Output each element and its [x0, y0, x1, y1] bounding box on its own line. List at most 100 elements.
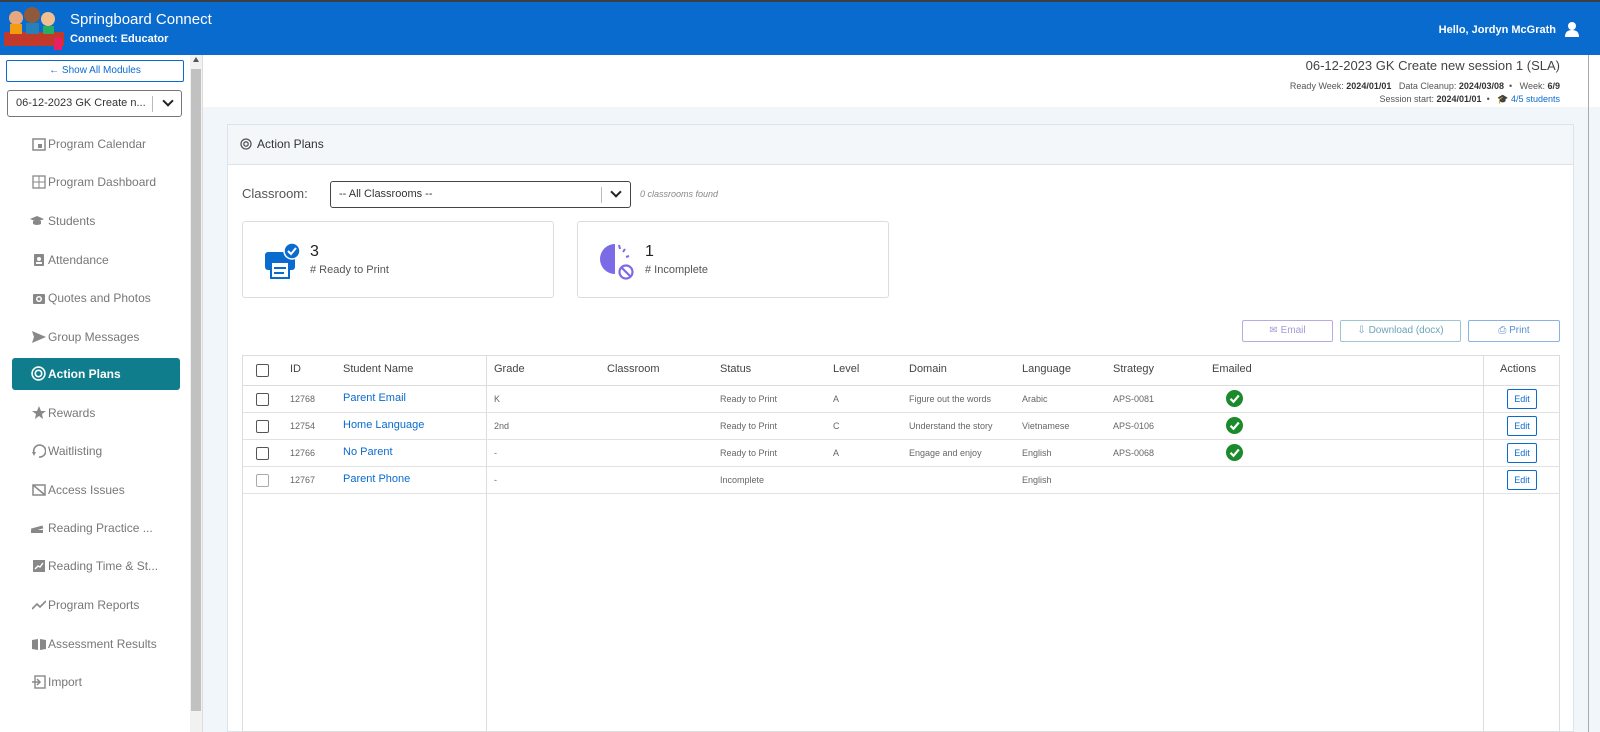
sidebar-scrollbar[interactable]	[190, 55, 202, 732]
action-plans-table: ID Student Name Grade Classroom Status L…	[242, 355, 1560, 732]
cell-status: Incomplete	[720, 475, 765, 485]
graduation-cap-icon	[30, 216, 44, 225]
cell-grade: K	[494, 394, 501, 404]
edit-button[interactable]: Edit	[1507, 443, 1537, 463]
student-name-link[interactable]: Parent Phone	[343, 473, 410, 485]
session-select[interactable]: 06-12-2023 GK Create n...	[7, 90, 182, 117]
sidebar-item-group-messages[interactable]: Group Messages	[12, 321, 180, 353]
download-icon: ⇩	[1357, 325, 1366, 336]
students-count-link[interactable]: 4/5 students	[1511, 94, 1560, 104]
sidebar-item-quotes-photos[interactable]: Quotes and Photos	[12, 282, 180, 314]
cell-status: Ready to Print	[720, 394, 778, 404]
cell-language: English	[1022, 448, 1052, 458]
show-all-modules-button[interactable]: ← Show All Modules	[6, 60, 184, 82]
select-separator	[601, 187, 602, 203]
cell-strategy: APS-0081	[1113, 394, 1155, 404]
select-all-checkbox[interactable]	[256, 364, 269, 377]
book-open-icon	[32, 639, 46, 650]
ready-to-print-count: 3	[310, 243, 319, 260]
edit-button[interactable]: Edit	[1507, 389, 1537, 409]
cell-grade: -	[494, 448, 497, 458]
row-checkbox[interactable]	[256, 474, 269, 487]
col-header-language[interactable]: Language	[1022, 363, 1071, 375]
user-icon[interactable]	[1564, 21, 1580, 37]
table-row: 12766 No Parent - Ready to Print A Engag…	[243, 440, 1559, 467]
edit-button[interactable]: Edit	[1507, 416, 1537, 436]
incomplete-count: 1	[645, 243, 654, 260]
sidebar-item-assessment-results[interactable]: Assessment Results	[12, 628, 180, 660]
col-header-id[interactable]: ID	[290, 363, 301, 375]
sidebar-item-rewards[interactable]: Rewards	[12, 397, 180, 429]
col-header-actions: Actions	[1500, 363, 1537, 375]
sidebar-item-program-reports[interactable]: Program Reports	[12, 589, 180, 621]
scrollbar-thumb[interactable]	[191, 69, 201, 711]
sidebar-item-action-plans[interactable]: Action Plans	[12, 358, 180, 390]
row-checkbox[interactable]	[256, 420, 269, 433]
access-icon	[32, 484, 46, 496]
col-header-grade[interactable]: Grade	[494, 363, 525, 375]
rewards-icon	[32, 406, 46, 419]
table-row: 12754 Home Language 2nd Ready to Print C…	[243, 413, 1559, 440]
col-header-status[interactable]: Status	[720, 363, 751, 375]
send-icon	[32, 331, 46, 343]
window-edge	[1588, 55, 1589, 732]
sidebar-item-import[interactable]: Import	[12, 666, 180, 698]
springboard-logo	[4, 7, 64, 50]
books-icon	[30, 525, 44, 533]
arrow-left-icon: ←	[49, 65, 60, 76]
row-checkbox[interactable]	[256, 447, 269, 460]
col-header-classroom[interactable]: Classroom	[607, 363, 660, 375]
sidebar-item-access-issues[interactable]: Access Issues	[12, 474, 180, 506]
app-title: Springboard Connect	[70, 11, 212, 28]
row-checkbox[interactable]	[256, 393, 269, 406]
table-row: 12767 Parent Phone - Incomplete English …	[243, 467, 1559, 494]
scroll-up-arrow-icon[interactable]	[193, 57, 199, 62]
sidebar-item-reading-time[interactable]: Reading Time & St...	[12, 550, 180, 582]
sidebar-item-reading-practice[interactable]: Reading Practice ...	[12, 512, 180, 544]
cell-domain: Understand the story	[909, 421, 993, 431]
classroom-select[interactable]: -- All Classrooms --	[330, 181, 631, 208]
graduation-cap-icon: 🎓	[1497, 94, 1509, 104]
trend-icon	[32, 600, 46, 610]
cell-grade: 2nd	[494, 421, 510, 431]
email-button[interactable]: ✉ Email	[1242, 320, 1333, 342]
chevron-down-icon	[162, 95, 174, 107]
cell-strategy: APS-0068	[1113, 448, 1155, 458]
session-start-line: Session start: 2024/01/01 • 🎓 4/5 studen…	[1379, 94, 1560, 104]
attendance-icon	[34, 254, 44, 266]
col-header-domain[interactable]: Domain	[909, 363, 947, 375]
session-dates: Ready Week: 2024/01/01 Data Cleanup: 202…	[1289, 81, 1560, 91]
envelope-icon: ✉	[1269, 325, 1278, 336]
incomplete-card[interactable]: 1 # Incomplete	[577, 221, 889, 298]
ready-to-print-card[interactable]: 3 # Ready to Print	[242, 221, 554, 298]
student-name-link[interactable]: Parent Email	[343, 392, 406, 404]
cell-level: A	[833, 448, 840, 458]
cell-grade: -	[494, 475, 497, 485]
session-title: 06-12-2023 GK Create new session 1 (SLA)	[1305, 58, 1560, 73]
sidebar-item-students[interactable]: Students	[12, 205, 180, 237]
col-header-level[interactable]: Level	[833, 363, 859, 375]
dashboard-icon	[32, 175, 46, 189]
cell-id: 12768	[290, 394, 316, 404]
cell-id: 12754	[290, 421, 316, 431]
cell-level: C	[833, 421, 840, 431]
sidebar-item-attendance[interactable]: Attendance	[12, 244, 180, 276]
classrooms-found-text: 0 classrooms found	[640, 189, 719, 199]
sidebar-item-program-dashboard[interactable]: Program Dashboard	[12, 166, 180, 198]
sidebar-item-waitlisting[interactable]: Waitlisting	[12, 435, 180, 467]
col-header-strategy[interactable]: Strategy	[1113, 363, 1154, 375]
col-header-student-name[interactable]: Student Name	[343, 363, 413, 375]
print-button[interactable]: ⎙ Print	[1468, 320, 1560, 342]
table-row: 12768 Parent Email K Ready to Print A Fi…	[243, 386, 1559, 413]
select-separator	[152, 96, 153, 112]
col-header-emailed[interactable]: Emailed	[1212, 363, 1252, 375]
classroom-label: Classroom:	[242, 186, 308, 201]
incomplete-label: # Incomplete	[645, 264, 708, 276]
download-docx-button[interactable]: ⇩ Download (docx)	[1340, 320, 1461, 342]
edit-button[interactable]: Edit	[1507, 470, 1537, 490]
sidebar-item-program-calendar[interactable]: Program Calendar	[12, 128, 180, 160]
student-name-link[interactable]: Home Language	[343, 419, 424, 431]
student-name-link[interactable]: No Parent	[343, 446, 393, 458]
calendar-icon	[32, 138, 46, 151]
user-greeting[interactable]: Hello, Jordyn McGrath	[1439, 24, 1556, 36]
